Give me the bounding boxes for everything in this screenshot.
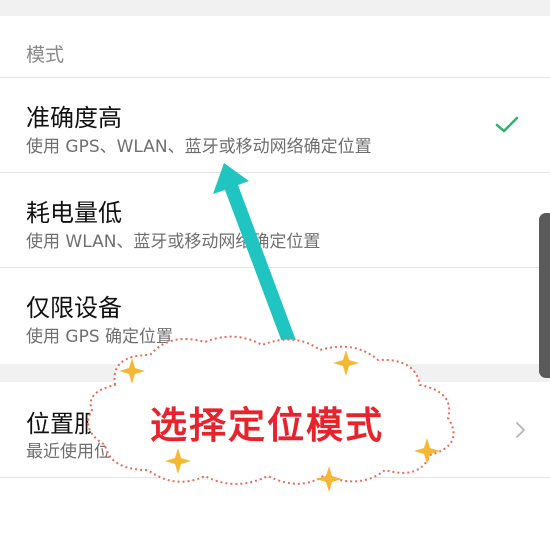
top-strip — [0, 0, 550, 16]
option-title: 耗电量低 — [26, 199, 122, 227]
option-description: 使用 WLAN、蓝牙或移动网络确定位置 — [26, 232, 321, 252]
option-description: 使用 GPS 确定位置 — [26, 327, 174, 347]
chevron-right-icon — [516, 422, 525, 438]
option-title: 准确度高 — [26, 104, 122, 132]
option-title: 仅限设备 — [26, 294, 122, 322]
section-header-mode: 模式 — [26, 44, 65, 66]
divider — [0, 477, 550, 478]
option-description: 使用 GPS、WLAN、蓝牙或移动网络确定位置 — [26, 137, 372, 157]
check-icon — [495, 116, 519, 133]
location-service-title: 位置服务 — [26, 410, 122, 438]
location-service-description: 最近使用位置 — [26, 442, 128, 462]
callout-text: 选择定位模式 — [150, 404, 384, 447]
scrollbar[interactable] — [539, 213, 550, 378]
